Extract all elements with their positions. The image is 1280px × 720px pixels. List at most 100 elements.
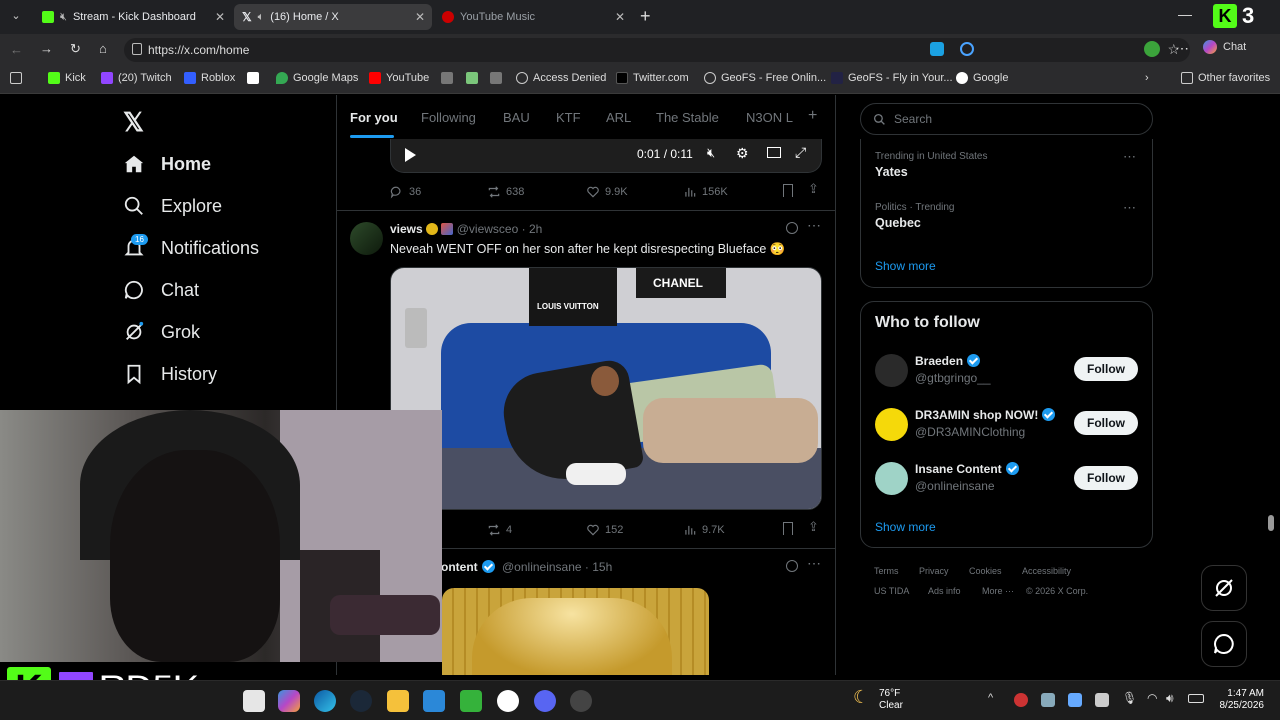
author-name[interactable]: views xyxy=(390,222,423,236)
game-app-icon[interactable] xyxy=(460,690,482,712)
search-input[interactable]: Search xyxy=(860,103,1153,135)
views-button[interactable]: 156K xyxy=(683,185,728,199)
bookmark-twitter[interactable]: Twitter.com xyxy=(616,72,689,84)
avatar[interactable] xyxy=(875,462,908,495)
footer-link[interactable]: Privacy xyxy=(919,566,949,576)
bookmark-w[interactable] xyxy=(247,72,264,84)
post-media-image[interactable] xyxy=(442,588,709,675)
tray-app-icon[interactable] xyxy=(1095,693,1109,707)
bookmark-access-denied[interactable]: Access Denied xyxy=(516,72,606,84)
bookmark-folder-icon[interactable] xyxy=(10,72,27,84)
bookmarks-overflow-chevron-icon[interactable]: › xyxy=(1145,72,1149,84)
footer-link[interactable]: More ··· xyxy=(982,586,1014,596)
scrollbar[interactable] xyxy=(1268,515,1274,531)
other-favorites[interactable]: Other favorites xyxy=(1181,72,1270,84)
suggested-user[interactable]: Braeden @gtbgringo__ xyxy=(915,354,991,385)
volume-icon[interactable]: 🔊︎ xyxy=(1166,691,1174,706)
post-time[interactable]: · 15h xyxy=(585,560,612,574)
sidebar-item-grok[interactable]: Grok xyxy=(123,321,200,343)
sidebar-item-chat[interactable]: Chat xyxy=(123,279,199,301)
speaker-muted-icon[interactable]: 🔇︎ xyxy=(60,11,67,24)
footer-link[interactable]: Accessibility xyxy=(1022,566,1071,576)
avatar[interactable] xyxy=(875,354,908,387)
repost-button[interactable]: 4 xyxy=(487,523,512,537)
new-tab-button[interactable]: + xyxy=(640,6,651,27)
trend-item[interactable]: Trending in United States Yates xyxy=(875,151,987,179)
bookmark-post-icon[interactable] xyxy=(783,184,793,197)
address-bar[interactable]: https://x.com/home ☆ xyxy=(124,38,1190,62)
minimize-button[interactable]: — xyxy=(1178,6,1192,22)
tab-n3on-l[interactable]: N3ON L xyxy=(746,110,793,125)
system-clock[interactable]: 1:47 AM 8/25/2026 xyxy=(1214,688,1265,712)
pip-icon[interactable] xyxy=(767,147,781,158)
weather-widget[interactable]: 76°F Clear xyxy=(879,688,903,712)
forward-arrow-icon[interactable]: → xyxy=(40,41,53,56)
tab-bau[interactable]: BAU xyxy=(503,110,530,125)
close-tab-icon[interactable]: ✕ xyxy=(612,10,628,24)
bookmark-roblox[interactable]: Roblox xyxy=(184,72,235,84)
sidebar-item-home[interactable]: Home xyxy=(123,153,211,175)
wifi-icon[interactable]: ◠ xyxy=(1147,691,1157,705)
discord-icon[interactable] xyxy=(534,690,556,712)
tab-ktf[interactable]: KTF xyxy=(556,110,581,125)
follow-button[interactable]: Follow xyxy=(1074,466,1138,490)
microsoft-store-icon[interactable] xyxy=(423,690,445,712)
post-media-video[interactable]: LOUIS VUITTON CHANEL xyxy=(390,267,822,510)
tab-x-home[interactable]: 𝕏 🔈︎ (16) Home / X ✕ xyxy=(234,4,432,30)
steam-icon[interactable] xyxy=(350,690,372,712)
extension-icon[interactable] xyxy=(1144,41,1160,57)
bookmark-twitch[interactable]: (20) Twitch xyxy=(101,72,172,84)
author-handle[interactable]: @viewsceo xyxy=(457,222,519,236)
bookmark-geofs-free[interactable]: GeoFS - Free Onlin... xyxy=(704,72,826,84)
copilot-icon[interactable] xyxy=(278,690,300,712)
more-options-icon[interactable]: ⋯ xyxy=(807,217,821,234)
site-info-icon[interactable] xyxy=(132,43,142,55)
bookmark-icon-only[interactable] xyxy=(441,72,458,84)
bookmark-geofs-fly[interactable]: GeoFS - Fly in Your... xyxy=(831,72,953,84)
home-button-icon[interactable]: ⌂ xyxy=(99,41,107,56)
suggested-user[interactable]: Insane Content @onlineinsane xyxy=(915,462,1019,493)
bookmark-post-icon[interactable] xyxy=(783,522,793,535)
footer-link[interactable]: Ads info xyxy=(928,586,961,596)
tray-app-icon[interactable] xyxy=(1041,693,1055,707)
tab-for-you[interactable]: For you xyxy=(350,110,398,125)
share-icon[interactable]: ⇪ xyxy=(808,519,819,535)
battery-icon[interactable] xyxy=(1188,694,1204,703)
repost-button[interactable]: 638 xyxy=(487,185,524,199)
grok-explain-icon[interactable] xyxy=(786,560,798,572)
tab-the-stable[interactable]: The Stable xyxy=(656,110,719,125)
footer-link[interactable]: Terms xyxy=(874,566,899,576)
edge-browser-icon[interactable] xyxy=(314,690,336,712)
messages-floating-button[interactable] xyxy=(1201,621,1247,667)
bookmark-icon-only[interactable] xyxy=(490,72,507,84)
follow-button[interactable]: Follow xyxy=(1074,411,1138,435)
sidebar-item-explore[interactable]: Explore xyxy=(123,195,222,217)
tray-chevron-icon[interactable]: ^ xyxy=(988,692,993,704)
more-menu-icon[interactable]: ⋯ xyxy=(1175,40,1189,57)
task-view-icon[interactable] xyxy=(243,690,265,712)
share-icon[interactable]: ⇪ xyxy=(808,181,819,197)
like-button[interactable]: 152 xyxy=(586,523,623,537)
bookmark-icon-only[interactable] xyxy=(466,72,483,84)
footer-link[interactable]: Cookies xyxy=(969,566,1002,576)
microphone-icon[interactable]: 🎙︎ xyxy=(1122,691,1137,705)
grok-floating-button[interactable] xyxy=(1201,565,1247,611)
avatar[interactable] xyxy=(875,408,908,441)
views-button[interactable]: 9.7K xyxy=(683,523,725,537)
settings-gear-icon[interactable]: ⚙ xyxy=(736,145,749,162)
follow-button[interactable]: Follow xyxy=(1074,357,1138,381)
bookmark-google-maps[interactable]: Google Maps xyxy=(276,72,358,84)
footer-link[interactable]: US TIDA xyxy=(874,586,909,596)
extension-icon[interactable] xyxy=(960,42,974,56)
tab-arl[interactable]: ARL xyxy=(606,110,631,125)
mute-icon[interactable]: 🔇︎ xyxy=(707,145,715,161)
close-tab-icon[interactable]: ✕ xyxy=(212,10,228,24)
fullscreen-icon[interactable]: ⤢ xyxy=(795,144,806,161)
reply-button[interactable]: 36 xyxy=(390,185,421,199)
copilot-chat-button[interactable]: Chat xyxy=(1203,40,1246,54)
back-arrow-icon[interactable]: ← xyxy=(10,42,23,57)
speaker-icon[interactable]: 🔈︎ xyxy=(258,11,265,24)
post-time[interactable]: · 2h xyxy=(522,222,543,236)
play-icon[interactable] xyxy=(405,148,416,162)
suggested-user[interactable]: DR3AMIN shop NOW! @DR3AMINClothing xyxy=(915,408,1056,439)
